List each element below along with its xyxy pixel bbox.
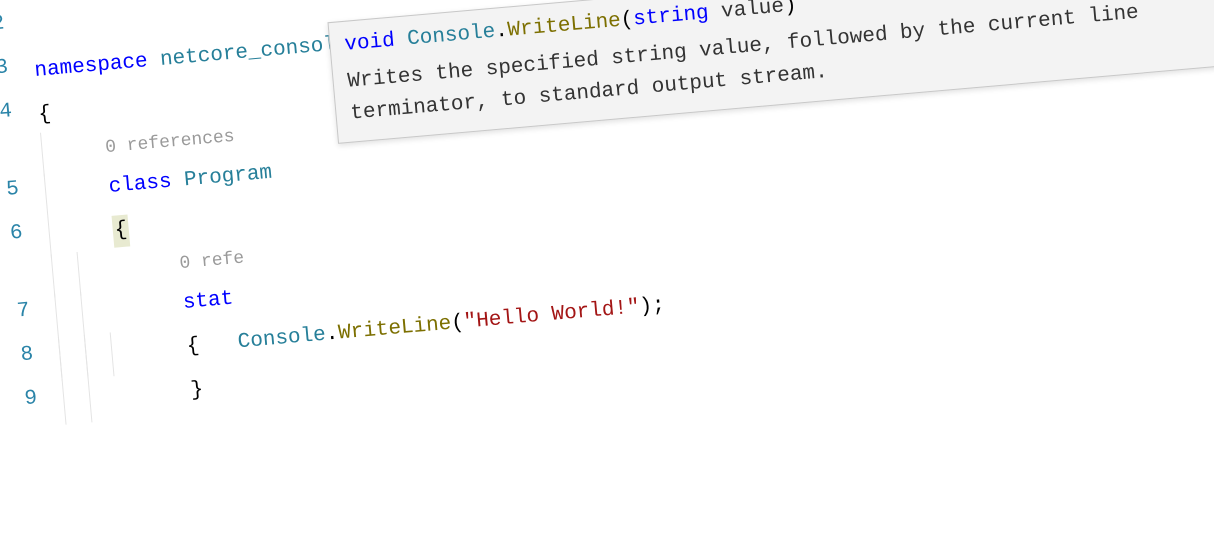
line-number: 3 [0,50,37,99]
brace-open: { [111,214,130,248]
semicolon: ; [651,290,666,324]
brace-open: { [37,99,52,133]
method-writeline: WriteLine [507,10,622,43]
param-type: string [632,2,709,32]
keyword-static: stat [182,283,235,320]
codelens-references[interactable]: 0 refe [178,246,245,279]
line-number: 9 [0,381,66,430]
line-number: 8 [0,337,62,386]
type-console: Console [406,21,496,52]
line-number: 6 [0,215,51,264]
keyword-using: using [26,0,92,1]
keyword-void: void [344,30,396,57]
brace-close: } [189,374,204,408]
paren-close: ) [783,0,798,18]
method-writeline: WriteLine [337,308,453,350]
keyword-class: class [107,166,173,204]
line-number: 7 [0,293,58,342]
class-name: Program [183,157,274,197]
line-number: 5 [0,172,47,221]
code-editor[interactable]: 1 2 3 4 5 6 7 8 9 using System; namespac… [0,0,1214,478]
type-console: Console [237,319,328,359]
line-number: 2 [0,6,33,55]
keyword-namespace: namespace [33,46,149,88]
line-number: 4 [0,94,40,143]
param-name: value [720,0,785,24]
